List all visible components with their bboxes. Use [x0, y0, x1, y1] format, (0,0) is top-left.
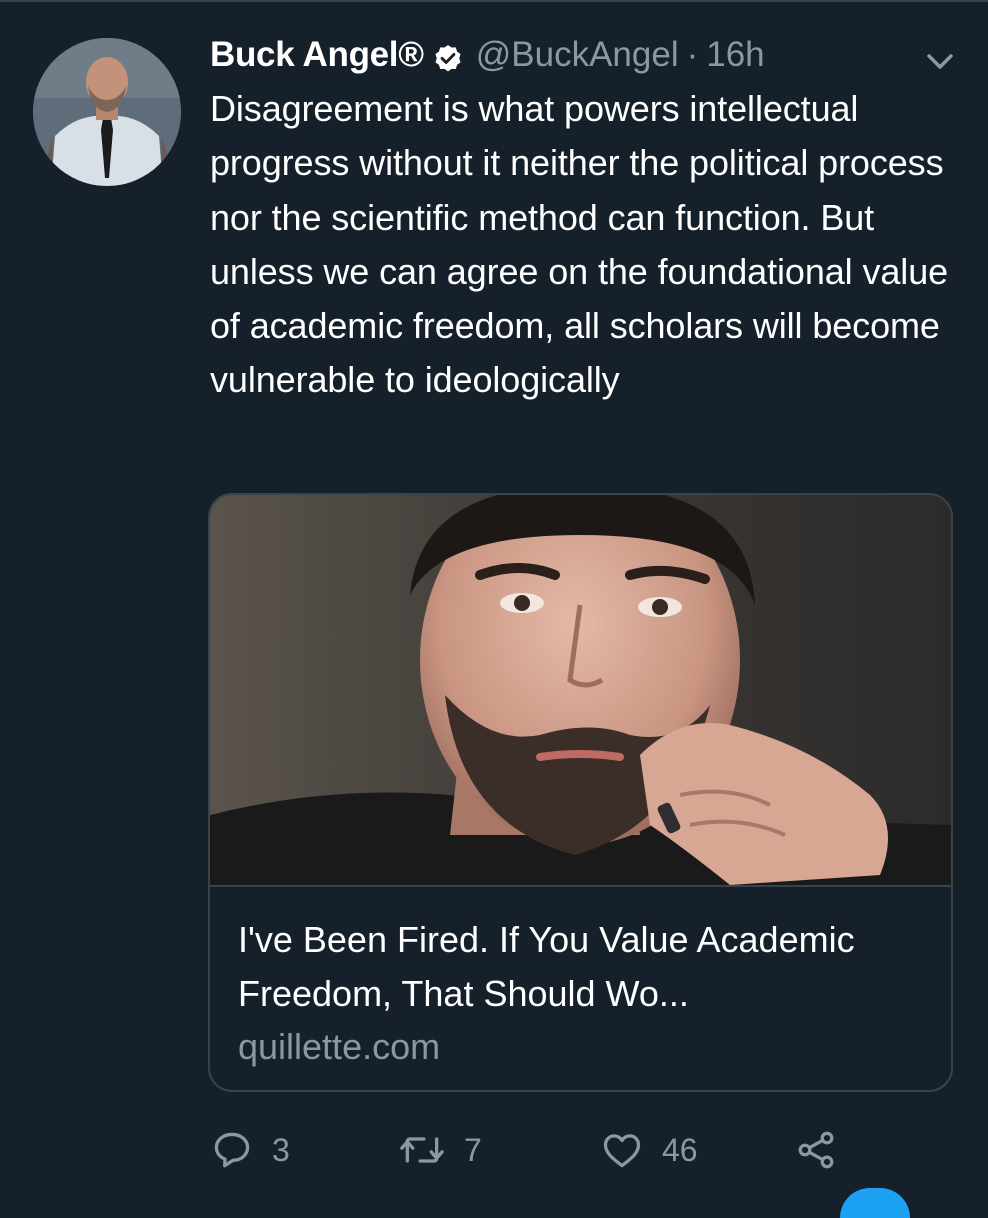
- reply-icon: [210, 1128, 254, 1172]
- verified-badge-icon: [432, 39, 464, 72]
- tweet-header: Buck Angel® @BuckAngel · 16h: [210, 30, 765, 80]
- retweet-count: 7: [464, 1131, 482, 1168]
- tweet-actions: 3 7 46: [210, 1122, 910, 1178]
- top-divider: [0, 0, 988, 2]
- compose-button-edge[interactable]: [840, 1188, 910, 1218]
- heart-icon: [600, 1128, 644, 1172]
- retweet-icon: [398, 1128, 446, 1172]
- card-image: [210, 495, 951, 885]
- separator-dot: ·: [686, 35, 699, 74]
- display-name[interactable]: Buck Angel®: [210, 30, 424, 80]
- avatar-image: [33, 38, 181, 186]
- like-button[interactable]: 46: [600, 1122, 698, 1178]
- tweet-text: Disagreement is what powers intellectual…: [210, 88, 949, 401]
- chevron-down-icon[interactable]: [918, 44, 962, 80]
- timestamp[interactable]: 16h: [706, 30, 764, 80]
- share-button[interactable]: [794, 1122, 838, 1178]
- card-domain: quillette.com: [238, 1026, 441, 1067]
- card-divider: [210, 885, 951, 887]
- share-icon: [794, 1128, 838, 1172]
- avatar[interactable]: [33, 38, 181, 186]
- user-handle[interactable]: @BuckAngel: [476, 30, 679, 80]
- retweet-button[interactable]: 7: [398, 1122, 482, 1178]
- card-title: I've Been Fired. If You Value Academic F…: [238, 919, 855, 1014]
- reply-count: 3: [272, 1131, 290, 1168]
- reply-button[interactable]: 3: [210, 1122, 290, 1178]
- like-count: 46: [662, 1131, 698, 1168]
- link-card[interactable]: I've Been Fired. If You Value Academic F…: [208, 493, 953, 1092]
